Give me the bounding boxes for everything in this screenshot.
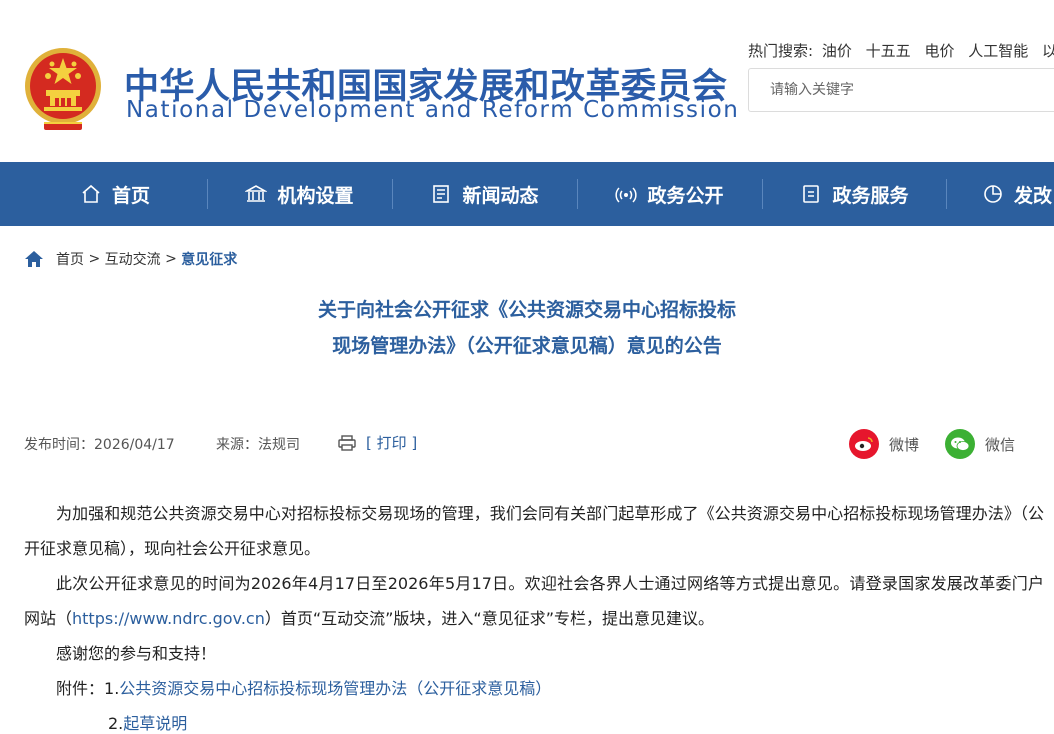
attachment-link-2[interactable]: 起草说明 xyxy=(123,714,187,733)
paragraph-text: ）首页“互动交流”版块，进入“意见征求”专栏，提出意见建议。 xyxy=(264,609,715,628)
nav-item-label: 新闻动态 xyxy=(462,184,539,207)
hot-keyword-link[interactable]: 以旧 xyxy=(1042,42,1054,60)
breadcrumb-current[interactable]: 意见征求 xyxy=(181,249,237,269)
search-input[interactable] xyxy=(749,69,1054,111)
attachment-number: 1. xyxy=(104,679,120,698)
article-title-line2: 现场管理办法》（公开征求意见稿）意见的公告 xyxy=(332,335,722,357)
article-title-line1: 关于向社会公开征求《公共资源交易中心招标投标 xyxy=(317,299,736,321)
nav-item-reform[interactable]: 发改 xyxy=(966,162,1054,226)
hot-search-bar: 热门搜索: 油价 十五五 电价 人工智能 以旧 xyxy=(748,40,1054,61)
nav-item-institutions[interactable]: 机构设置 xyxy=(222,162,377,226)
attachment-row: 附件：1.公共资源交易中心招标投标现场管理办法（公开征求意见稿） xyxy=(24,671,1044,706)
printer-icon xyxy=(338,434,356,451)
wechat-label: 微信 xyxy=(985,435,1016,454)
nav-item-label: 首页 xyxy=(111,184,150,207)
hot-keyword-link[interactable]: 油价 xyxy=(822,42,852,60)
nav-divider xyxy=(762,179,763,209)
hot-keyword-link[interactable]: 人工智能 xyxy=(968,42,1028,60)
main-nav: 首页 机构设置 新闻动态 政务公开 政务服务 发改 xyxy=(0,162,1054,226)
hot-search-label: 热门搜索: xyxy=(748,42,814,60)
nav-divider xyxy=(392,179,393,209)
breadcrumb-separator: > xyxy=(84,251,105,267)
paragraph-comment-period: 此次公开征求意见的时间为2026年4月17日至2026年5月17日。欢迎社会各界… xyxy=(24,566,1044,636)
site-title-english[interactable]: National Development and Reform Commissi… xyxy=(126,97,739,123)
hot-keyword-link[interactable]: 十五五 xyxy=(866,42,911,60)
print-button[interactable]: [ 打印 ] xyxy=(338,432,417,453)
print-label: [ 打印 ] xyxy=(366,434,418,452)
home-icon xyxy=(82,184,100,203)
share-weibo-button[interactable]: 微博 xyxy=(849,429,919,459)
attachment-row: 2.起草说明 xyxy=(24,706,1044,734)
nav-item-gov-services[interactable]: 政务服务 xyxy=(777,162,932,226)
nav-item-gov-affairs[interactable]: 政务公开 xyxy=(592,162,747,226)
breadcrumb-separator: > xyxy=(160,251,182,267)
news-icon xyxy=(433,185,450,203)
nav-item-news[interactable]: 新闻动态 xyxy=(407,162,562,226)
hot-keyword-link[interactable]: 电价 xyxy=(924,42,954,60)
weibo-icon xyxy=(849,429,879,459)
nav-divider xyxy=(946,179,947,209)
weibo-label: 微博 xyxy=(889,435,920,454)
paragraph-thanks: 感谢您的参与和支持！ xyxy=(56,644,217,663)
attachment-label: 附件： xyxy=(56,679,105,698)
nav-divider xyxy=(577,179,578,209)
search-box xyxy=(748,68,1054,112)
attachment-number: 2. xyxy=(108,714,124,733)
nav-item-label: 政务服务 xyxy=(832,184,909,207)
breadcrumb: 首页 > 互动交流 > 意见征求 xyxy=(24,249,237,269)
site-header: 中华人民共和国国家发展和改革委员会 National Development a… xyxy=(0,0,1054,162)
nav-divider xyxy=(207,179,208,209)
nav-item-home[interactable]: 首页 xyxy=(40,162,190,226)
nav-item-label: 机构设置 xyxy=(277,184,354,207)
broadcast-icon xyxy=(615,187,638,203)
nav-item-label: 发改 xyxy=(1014,184,1053,207)
breadcrumb-home[interactable]: 首页 xyxy=(56,249,84,269)
share-wechat-button[interactable]: 微信 xyxy=(945,429,1015,459)
attachment-link-1[interactable]: 公共资源交易中心招标投标现场管理办法（公开征求意见稿） xyxy=(119,679,551,698)
national-emblem-icon[interactable] xyxy=(22,44,104,134)
publish-time: 发布时间：2026/04/17 xyxy=(24,437,175,453)
pie-chart-icon xyxy=(984,185,1002,203)
article-source: 来源：法规司 xyxy=(216,437,300,453)
nav-item-label: 政务公开 xyxy=(647,184,724,207)
ndrc-website-link[interactable]: https://www.ndrc.gov.cn xyxy=(72,609,265,628)
home-icon xyxy=(25,251,43,267)
service-icon xyxy=(803,185,820,203)
wechat-icon xyxy=(945,429,975,459)
paragraph-intro: 为加强和规范公共资源交易中心对招标投标交易现场的管理，我们会同有关部门起草形成了… xyxy=(24,504,1044,558)
breadcrumb-section[interactable]: 互动交流 xyxy=(105,249,161,269)
institution-icon xyxy=(245,185,268,202)
article-body: 为加强和规范公共资源交易中心对招标投标交易现场的管理，我们会同有关部门起草形成了… xyxy=(24,496,1044,734)
